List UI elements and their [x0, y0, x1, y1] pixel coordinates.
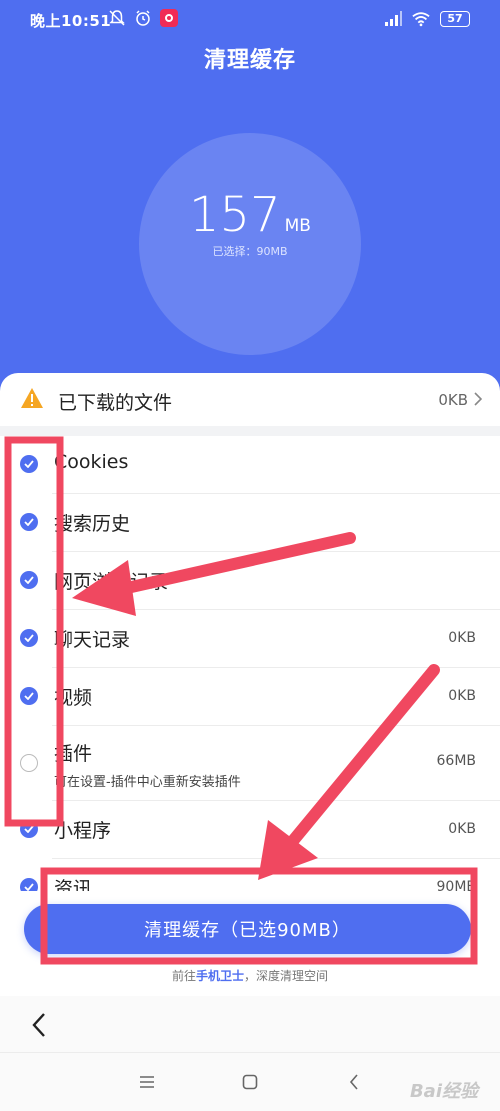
cache-size-circle: 157 MB 已选择：90MB: [139, 133, 361, 355]
list-item-mini-programs[interactable]: 小程序 0KB: [0, 801, 500, 859]
alarm-clock-icon: [134, 9, 152, 27]
cache-size-value: 157: [189, 187, 281, 243]
checkbox-checked-icon[interactable]: [20, 513, 38, 531]
hint-prefix: 前往: [171, 969, 196, 983]
watermark: Bai经验: [409, 1081, 478, 1102]
item-subtitle: 可在设置-插件中心重新安装插件: [54, 775, 241, 790]
list-item-news[interactable]: 资讯 90MB: [0, 859, 500, 891]
item-size: 0KB: [448, 688, 476, 704]
list-item-plugins[interactable]: 插件 可在设置-插件中心重新安装插件 66MB: [0, 726, 500, 801]
item-name: 视频: [54, 687, 93, 709]
list-item-cookies[interactable]: Cookies: [0, 436, 500, 494]
menu-icon[interactable]: [135, 1070, 159, 1094]
page-title: 清理缓存: [203, 48, 296, 73]
downloaded-files-row[interactable]: 已下载的文件 0KB: [0, 373, 500, 426]
item-name: 网页浏览记录: [54, 571, 169, 593]
clean-cache-button[interactable]: 清理缓存（已选90MB）: [24, 904, 471, 954]
phone-guard-link[interactable]: 手机卫士: [196, 969, 244, 983]
checkbox-checked-icon[interactable]: [20, 571, 38, 589]
cache-item-list[interactable]: Cookies 搜索历史 网页浏览记录 聊天记录 0KB 视频 0KB 插件 可…: [0, 436, 500, 891]
warning-icon: [20, 387, 44, 413]
item-name: 小程序: [54, 820, 112, 842]
selected-size-text: 已选择：90MB: [212, 245, 288, 258]
item-name: Cookies: [54, 451, 129, 473]
deep-clean-hint: 前往手机卫士，深度清理空间: [0, 967, 500, 984]
signal-icon: [384, 10, 402, 28]
list-item-video[interactable]: 视频 0KB: [0, 668, 500, 726]
checkbox-checked-icon[interactable]: [20, 455, 38, 473]
item-size: 90MB: [436, 879, 477, 891]
checkbox-checked-icon[interactable]: [20, 629, 38, 647]
item-name: 资讯: [54, 878, 93, 891]
item-name: 聊天记录: [54, 629, 131, 651]
nav-back-icon[interactable]: [342, 1070, 366, 1094]
content-sheet: 已下载的文件 0KB Cookies 搜索历史 网页浏览记录 聊天记录 0KB …: [0, 373, 500, 1111]
item-name: 搜索历史: [54, 513, 131, 535]
chevron-right-icon: [474, 391, 483, 410]
checkbox-checked-icon[interactable]: [20, 878, 38, 891]
app-notification-icon: [160, 9, 178, 27]
cache-size-unit: MB: [284, 216, 311, 236]
list-item-search-history[interactable]: 搜索历史: [0, 494, 500, 552]
checkbox-checked-icon[interactable]: [20, 820, 38, 838]
battery-indicator: 57: [440, 11, 470, 27]
status-bar: 晚上10:51 57: [0, 0, 500, 40]
item-size: 0KB: [448, 821, 476, 837]
bottom-navigation: Bai经验: [0, 996, 500, 1111]
wifi-icon: [412, 10, 430, 28]
back-arrow-icon[interactable]: [26, 1010, 52, 1040]
downloaded-files-label: 已下载的文件: [58, 392, 173, 414]
item-size: 66MB: [436, 753, 477, 769]
mute-bell-icon: [108, 9, 126, 27]
hint-suffix: ，深度清理空间: [244, 969, 329, 983]
downloaded-files-size: 0KB: [438, 391, 468, 409]
checkbox-checked-icon[interactable]: [20, 687, 38, 705]
home-square-icon[interactable]: [238, 1070, 262, 1094]
section-divider: [0, 426, 500, 436]
status-time: 晚上10:51: [30, 12, 112, 30]
item-name: 插件: [54, 743, 93, 765]
checkbox-unchecked-icon[interactable]: [20, 754, 38, 772]
item-size: 0KB: [448, 630, 476, 646]
list-item-chat-history[interactable]: 聊天记录 0KB: [0, 610, 500, 668]
list-item-browsing-history[interactable]: 网页浏览记录: [0, 552, 500, 610]
